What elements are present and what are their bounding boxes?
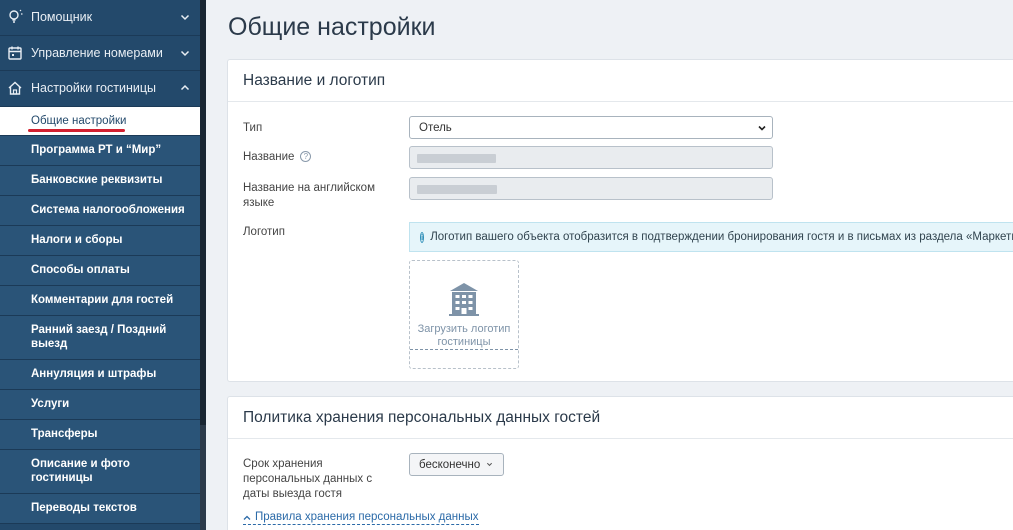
sidebar-item-cancellation[interactable]: Аннуляция и штрафы [0, 359, 200, 390]
calendar-icon [7, 45, 23, 61]
privacy-card: Политика хранения персональных данных го… [227, 396, 1013, 530]
redacted-value [417, 185, 497, 194]
sidebar-item-label: Услуги [31, 398, 70, 410]
sidebar-group-assistant[interactable]: Помощник [0, 0, 200, 36]
lightbulb-icon [7, 9, 23, 25]
sidebar-group-hotel-settings[interactable]: Настройки гостиницы [0, 71, 200, 107]
sidebar-item-services[interactable]: Услуги [0, 389, 200, 420]
privacy-rules-link[interactable]: Правила хранения персональных данных [243, 511, 479, 525]
building-icon [449, 283, 479, 316]
active-indicator [28, 128, 125, 132]
sidebar-item-label: Программа РТ и “Мир” [31, 144, 162, 156]
sidebar-item-pt-mir[interactable]: Программа РТ и “Мир” [0, 135, 200, 166]
sidebar-item-translations[interactable]: Переводы текстов [0, 493, 200, 524]
page-title: Общие настройки [228, 13, 436, 41]
sidebar-item-description-photos[interactable]: Описание и фото гостиницы [0, 449, 200, 494]
name-input[interactable] [409, 146, 773, 169]
name-logo-card: Название и логотип Тип Отель Название? Н… [227, 59, 1013, 382]
sidebar-item-label: Комментарии для гостей [31, 294, 174, 306]
sidebar-item-label: Способы оплаты [31, 264, 130, 276]
chevron-down-icon [758, 125, 766, 131]
sidebar: Помощник Управление номерами Настройки г… [0, 0, 200, 530]
chevron-down-icon [180, 15, 190, 21]
type-select[interactable]: Отель [409, 116, 773, 139]
retention-dropdown[interactable]: бесконечно [409, 453, 505, 476]
sidebar-item-payment-methods[interactable]: Способы оплаты [0, 255, 200, 286]
sidebar-item-label: Трансферы [31, 428, 98, 440]
chevron-up-icon [180, 85, 190, 91]
logo-info-alert: i Логотип вашего объекта отобразится в п… [409, 222, 1013, 252]
sidebar-item-label: Общие настройки [31, 114, 127, 127]
sidebar-group-label: Помощник [31, 10, 93, 25]
name-en-label: Название на английском языке [243, 182, 375, 209]
sidebar-item-label: Налоги и сборы [31, 234, 123, 246]
sidebar-item-label: Ранний заезд / Поздний выезд [31, 324, 167, 350]
sidebar-item-label: Аннуляция и штрафы [31, 368, 157, 380]
sidebar-item-label: Переводы текстов [31, 502, 137, 514]
card-header: Политика хранения персональных данных го… [228, 397, 1013, 439]
chevron-up-icon [243, 515, 251, 520]
name-en-input[interactable] [409, 177, 773, 200]
type-select-value: Отель [419, 121, 452, 134]
redacted-value [417, 154, 496, 163]
retention-value: бесконечно [419, 458, 481, 471]
sidebar-item-transfers[interactable]: Трансферы [0, 419, 200, 450]
name-label: Название? [243, 150, 383, 165]
type-label: Тип [243, 122, 263, 134]
sidebar-group-label: Настройки гостиницы [31, 81, 156, 96]
logo-upload-area[interactable]: Загрузить логотип гостиницы [409, 260, 519, 369]
privacy-rules-link-text: Правила хранения персональных данных [255, 511, 479, 523]
main-content: Общие настройки Название и логотип Тип О… [206, 0, 1013, 530]
sidebar-item-label: Описание и фото гостиницы [31, 458, 130, 484]
info-icon: i [420, 231, 425, 243]
sidebar-item-label: Банковские реквизиты [31, 174, 163, 186]
sidebar-item-bank-details[interactable]: Банковские реквизиты [0, 165, 200, 196]
home-icon [7, 80, 23, 96]
logo-info-text: Логотип вашего объекта отобразится в под… [430, 231, 1013, 243]
sidebar-group-label: Управление номерами [31, 45, 163, 60]
sidebar-item-early-late[interactable]: Ранний заезд / Поздний выезд [0, 315, 200, 360]
chevron-down-icon [487, 462, 493, 467]
help-icon[interactable]: ? [300, 151, 312, 163]
upload-logo-link[interactable]: Загрузить логотип гостиницы [410, 323, 518, 350]
sidebar-item-taxes-fees[interactable]: Налоги и сборы [0, 225, 200, 256]
sidebar-item-guest-comments[interactable]: Комментарии для гостей [0, 285, 200, 316]
chevron-down-icon [180, 50, 190, 56]
retention-label: Срок хранения персональных данных с даты… [243, 458, 373, 500]
sidebar-item-taxation[interactable]: Система налогообложения [0, 195, 200, 226]
name-label-text: Название [243, 151, 295, 163]
card-header: Название и логотип [228, 60, 1013, 102]
sidebar-item-label: Система налогообложения [31, 204, 185, 216]
logo-label: Логотип [243, 226, 285, 238]
sidebar-group-rooms[interactable]: Управление номерами [0, 36, 200, 71]
sidebar-item-general-settings[interactable]: Общие настройки [0, 106, 200, 136]
